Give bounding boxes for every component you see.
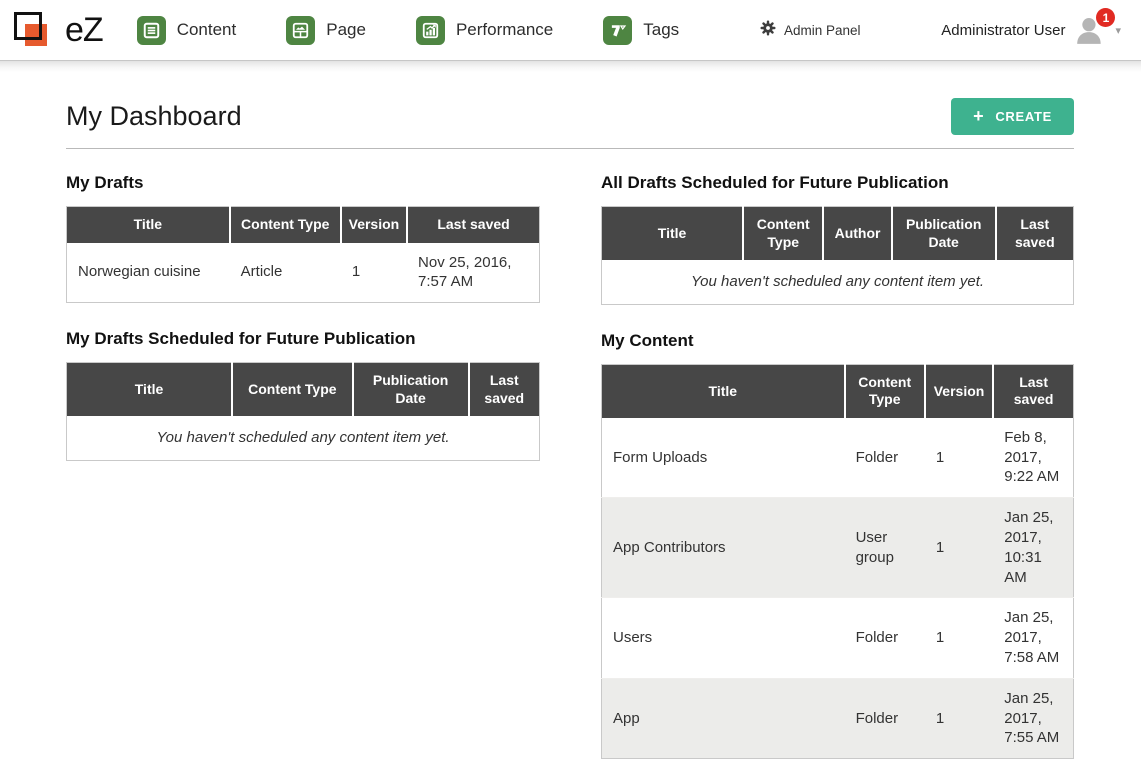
ez-logo[interactable]: eZ: [12, 8, 103, 52]
my-drafts-section: My Drafts TitleContent TypeVersionLast s…: [66, 173, 540, 303]
top-navbar: eZ Content Pag: [0, 0, 1141, 60]
column-header: Last saved: [407, 207, 539, 243]
table-header-row: TitleContent TypePublication DateLast sa…: [67, 363, 540, 417]
plus-icon: +: [973, 107, 984, 125]
table-cell: Feb 8, 2017, 9:22 AM: [993, 418, 1073, 498]
column-header: Content Type: [845, 364, 925, 418]
column-header: Last saved: [996, 207, 1074, 261]
table-cell: Jan 25, 2017, 7:58 AM: [993, 598, 1073, 678]
my-drafts-scheduled-section: My Drafts Scheduled for Future Publicati…: [66, 329, 540, 461]
table-cell: Jan 25, 2017, 10:31 AM: [993, 498, 1073, 598]
column-header: Title: [67, 207, 230, 243]
table-cell: User group: [845, 498, 925, 598]
table-cell: 1: [925, 678, 993, 758]
my-content-title: My Content: [601, 331, 1074, 351]
table-cell: Folder: [845, 678, 925, 758]
page-title: My Dashboard: [66, 101, 242, 132]
table-cell: 1: [925, 498, 993, 598]
nav-item-performance[interactable]: Performance: [416, 16, 553, 45]
table-cell: 1: [925, 418, 993, 498]
all-drafts-scheduled-table: TitleContent TypeAuthorPublication DateL…: [601, 206, 1074, 305]
dashboard-page: My Dashboard + CREATE My Drafts TitleCon…: [0, 72, 1141, 759]
column-header: Content Type: [230, 207, 341, 243]
admin-panel-label: Admin Panel: [784, 23, 861, 38]
column-header: Title: [602, 364, 845, 418]
nav-item-tags[interactable]: Tags: [603, 16, 679, 45]
column-header: Title: [67, 363, 233, 417]
my-content-section: My Content TitleContent TypeVersionLast …: [601, 331, 1074, 759]
nav-item-content-label: Content: [177, 20, 237, 40]
column-header: Publication Date: [892, 207, 996, 261]
all-drafts-scheduled-section: All Drafts Scheduled for Future Publicat…: [601, 173, 1074, 305]
table-cell: Article: [230, 243, 341, 303]
create-button[interactable]: + CREATE: [951, 98, 1074, 135]
table-cell: Folder: [845, 598, 925, 678]
table-cell: Norwegian cuisine: [67, 243, 230, 303]
table-cell: Nov 25, 2016, 7:57 AM: [407, 243, 539, 303]
user-menu: Administrator User 1 ▾: [941, 15, 1127, 45]
all-drafts-scheduled-title: All Drafts Scheduled for Future Publicat…: [601, 173, 1074, 193]
my-content-table: TitleContent TypeVersionLast savedForm U…: [601, 364, 1074, 759]
table-header-row: TitleContent TypeVersionLast saved: [67, 207, 540, 243]
right-column: All Drafts Scheduled for Future Publicat…: [601, 155, 1074, 759]
create-button-label: CREATE: [995, 109, 1052, 124]
page-icon: [286, 16, 315, 45]
column-header: Version: [341, 207, 407, 243]
table-cell: App: [602, 678, 845, 758]
empty-message: You haven't scheduled any content item y…: [67, 416, 540, 460]
nav-item-page-label: Page: [326, 20, 366, 40]
nav-item-content[interactable]: Content: [137, 16, 237, 45]
table-cell: Jan 25, 2017, 7:55 AM: [993, 678, 1073, 758]
column-header: Version: [925, 364, 993, 418]
column-header: Title: [602, 207, 744, 261]
table-cell: Users: [602, 598, 845, 678]
notification-badge[interactable]: 1: [1096, 8, 1115, 27]
column-header: Author: [823, 207, 891, 261]
table-row[interactable]: Norwegian cuisineArticle1Nov 25, 2016, 7…: [67, 243, 540, 303]
page-header: My Dashboard + CREATE: [66, 98, 1074, 149]
nav-item-page[interactable]: Page: [286, 16, 366, 45]
table-row[interactable]: UsersFolder1Jan 25, 2017, 7:58 AM: [602, 598, 1074, 678]
content-icon: [137, 16, 166, 45]
navbar-shadow: [0, 60, 1141, 72]
column-header: Content Type: [743, 207, 823, 261]
table-header-row: TitleContent TypeAuthorPublication DateL…: [602, 207, 1074, 261]
ez-logo-text: eZ: [65, 11, 103, 50]
table-cell: Folder: [845, 418, 925, 498]
nav-item-performance-label: Performance: [456, 20, 553, 40]
column-header: Last saved: [993, 364, 1073, 418]
empty-row: You haven't scheduled any content item y…: [67, 416, 540, 460]
admin-panel-link[interactable]: Admin Panel: [760, 20, 861, 41]
my-drafts-scheduled-table: TitleContent TypePublication DateLast sa…: [66, 362, 540, 461]
gear-icon: [760, 20, 776, 41]
table-cell: 1: [925, 598, 993, 678]
empty-row: You haven't scheduled any content item y…: [602, 260, 1074, 304]
performance-icon: [416, 16, 445, 45]
column-header: Last saved: [469, 363, 540, 417]
ez-logo-outline-square: [14, 12, 42, 40]
table-row[interactable]: Form UploadsFolder1Feb 8, 2017, 9:22 AM: [602, 418, 1074, 498]
my-drafts-table: TitleContent TypeVersionLast savedNorweg…: [66, 206, 540, 303]
user-name: Administrator User: [941, 22, 1065, 39]
my-drafts-scheduled-title: My Drafts Scheduled for Future Publicati…: [66, 329, 540, 349]
ez-logo-icon: [12, 8, 58, 52]
chevron-down-icon[interactable]: ▾: [1115, 24, 1121, 37]
table-header-row: TitleContent TypeVersionLast saved: [602, 364, 1074, 418]
tags-icon: [603, 16, 632, 45]
my-drafts-title: My Drafts: [66, 173, 540, 193]
user-avatar[interactable]: 1: [1074, 15, 1106, 45]
column-header: Content Type: [232, 363, 353, 417]
left-column: My Drafts TitleContent TypeVersionLast s…: [66, 155, 540, 759]
table-cell: App Contributors: [602, 498, 845, 598]
empty-message: You haven't scheduled any content item y…: [602, 260, 1074, 304]
main-nav: Content Page: [137, 16, 680, 45]
table-row[interactable]: App ContributorsUser group1Jan 25, 2017,…: [602, 498, 1074, 598]
nav-item-tags-label: Tags: [643, 20, 679, 40]
dashboard-columns: My Drafts TitleContent TypeVersionLast s…: [66, 155, 1074, 759]
table-cell: 1: [341, 243, 407, 303]
column-header: Publication Date: [353, 363, 469, 417]
table-cell: Form Uploads: [602, 418, 845, 498]
table-row[interactable]: AppFolder1Jan 25, 2017, 7:55 AM: [602, 678, 1074, 758]
